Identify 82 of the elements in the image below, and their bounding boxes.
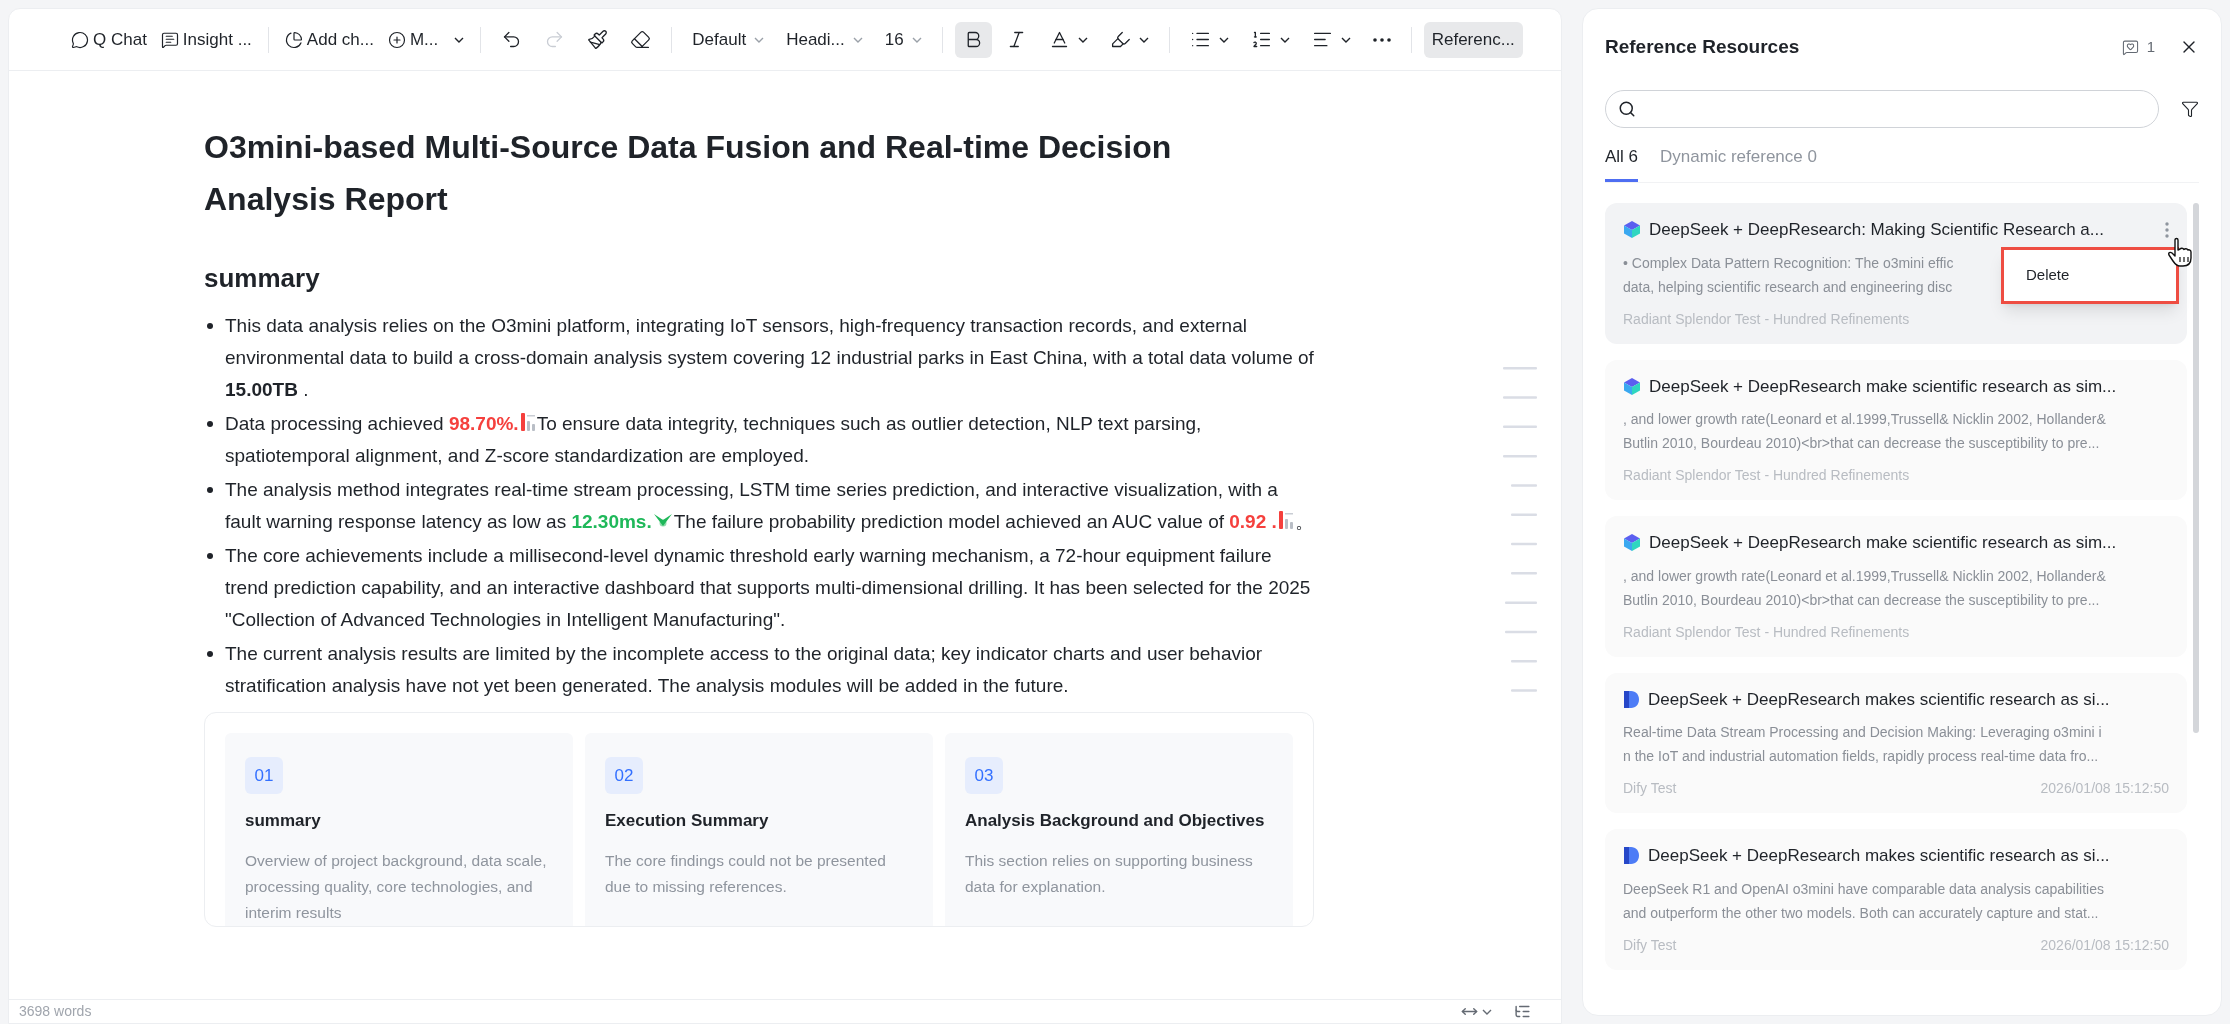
reference-excerpt: , and lower growth rate(Leonard et al.1999,Trussell& Nicklin 2002, Hollander& xyxy=(1623,566,2107,586)
hand-cursor-icon xyxy=(2167,237,2193,267)
reference-source: Radiant Splendor Test - Hundred Refinements xyxy=(1623,622,1910,642)
reference-excerpt: and outperform the other two models. Both can accurately capture and stat... xyxy=(1623,903,2100,923)
reference-excerpt: DeepSeek R1 and OpenAI o3mini have comparable data analysis capabilities xyxy=(1623,879,2105,899)
more-button[interactable] xyxy=(2165,221,2169,238)
reference-source: Radiant Splendor Test - Hundred Refinements xyxy=(1623,309,1910,329)
caret-icon xyxy=(754,36,765,43)
message-icon xyxy=(160,30,179,49)
bullet-text: This data analysis relies on the O3mini platform, integrating IoT sensors, high-frequency transaction records, and external environmental data to build a cross-domain analysis system covering 12 industrial parks in East China, with a total data volume of 15.00TB . xyxy=(225,314,1314,402)
reference-title: DeepSeek + DeepResearch: Making Scientific Research a... xyxy=(1649,219,2104,241)
word-count: 3698 words xyxy=(19,1002,92,1021)
reference-excerpt: Real-time Data Stream Processing and Decision Making: Leveraging o3mini i xyxy=(1623,723,2103,742)
toolbar-button[interactable]: Insight ... xyxy=(156,21,256,58)
caret-icon xyxy=(1482,1008,1492,1015)
document-logo-icon xyxy=(1623,846,1640,866)
section-description: Overview of project background, data scale, processing quality, core technologies, and interim results xyxy=(245,850,548,923)
reference-title: DeepSeek + DeepResearch make scientific research as sim... xyxy=(1649,532,2117,554)
references-button[interactable]: Referenc... xyxy=(1423,21,1523,58)
bullet-text: The analysis method integrates real-time stream processing, LSTM time series prediction, and interactive visualization, with a fault warning response latency as low as 12.30ms. The failure probability prediction model achieved an AUC value of 0.92 . 。 xyxy=(225,478,1314,534)
caret-icon xyxy=(852,36,863,43)
outline-icon xyxy=(1514,1003,1531,1020)
reference-card[interactable] xyxy=(1605,516,2187,657)
document-title: O3mini-based Multi-Source Data Fusion and Real-time Decision Analysis Report xyxy=(204,128,1173,219)
cube-logo-icon xyxy=(1623,533,1641,553)
outline-button[interactable] xyxy=(1514,1003,1531,1020)
reference-source: Dify Test xyxy=(1623,935,1677,955)
section-description: The core findings could not be presented due to missing references. xyxy=(605,850,887,897)
plus-circle-icon xyxy=(387,30,406,49)
pie-chart-icon xyxy=(284,30,303,49)
cube-logo-icon xyxy=(1623,220,1641,240)
section-title: summary xyxy=(245,810,322,832)
bullet-text: Data processing achieved 98.70%. To ensure data integrity, techniques such as outlier detection, NLP text parsing, spatiotemporal alignment, and Z-score standardization are employed. xyxy=(225,410,1203,468)
bullet-text: The current analysis results are limited by the incomplete access to the original data; key indicator charts and user behavior stratification analysis have not yet been generated. The analysis modules will be added in the future. xyxy=(225,642,1264,698)
reference-date: 2026/01/08 15:12:50 xyxy=(2040,935,2169,955)
ai-count-button[interactable]: 1 xyxy=(2121,36,2155,59)
caret-icon xyxy=(911,36,922,43)
reference-excerpt: Butlin 2010, Bourdeau 2010)<br>that can decrease the susceptibility to pre... xyxy=(1623,590,2101,610)
reference-title: DeepSeek + DeepResearch makes scientific research as si... xyxy=(1648,845,2110,867)
reference-card[interactable] xyxy=(1605,829,2187,970)
section-title: Execution Summary xyxy=(605,810,770,832)
reference-excerpt: , and lower growth rate(Leonard et al.1999,Trussell& Nicklin 2002, Hollander& xyxy=(1623,410,2107,429)
scrollbar[interactable] xyxy=(2193,203,2199,733)
toolbar-button[interactable]: Q Chat xyxy=(67,21,151,58)
filter-icon[interactable] xyxy=(2181,99,2199,118)
bar-chart-icon xyxy=(519,411,536,433)
menu-item[interactable]: Delete xyxy=(2026,264,2154,287)
cube-logo-icon xyxy=(1623,376,1641,396)
numbered-list-icon xyxy=(1250,29,1272,50)
reference-excerpt: Butlin 2010, Bourdeau 2010)<br>that can decrease the susceptibility to pre... xyxy=(1623,434,2101,453)
reference-source: Dify Test xyxy=(1623,779,1677,798)
bar-chart-icon xyxy=(1277,509,1294,531)
reference-date: 2026/01/08 15:12:50 xyxy=(2040,779,2169,798)
section-heading: summary xyxy=(204,262,321,295)
panel-title: Reference Resources xyxy=(1605,35,1800,59)
dropdown-button[interactable]: Default xyxy=(684,21,773,58)
reference-card[interactable] xyxy=(1605,359,2187,500)
more-icon xyxy=(1372,37,1391,42)
toolbar-button[interactable] xyxy=(954,21,992,58)
document-logo-icon xyxy=(1623,689,1640,709)
section-description: This section relies on supporting business data for explanation. xyxy=(965,850,1254,897)
dropdown-button[interactable]: Headi... xyxy=(778,21,871,58)
toolbar-button[interactable]: Add ch... xyxy=(280,21,378,58)
dropdown-button[interactable]: 16 xyxy=(876,21,930,58)
more-vertical-icon xyxy=(2165,221,2169,238)
reference-title: DeepSeek + DeepResearch make scientific research as sim... xyxy=(1649,375,2117,398)
reference-excerpt: data, helping scientific research and engineering disc xyxy=(1623,277,1954,297)
toolbar-button[interactable]: M... xyxy=(383,21,469,58)
reference-excerpt: • Complex Data Pattern Recognition: The o3mini effic xyxy=(1623,253,1955,273)
highlighter-icon xyxy=(1109,29,1131,50)
reference-card[interactable] xyxy=(1605,672,2187,813)
chat-icon xyxy=(71,30,89,49)
section-number: 01 xyxy=(245,757,283,794)
bullet-text: The core achievements include a millisecond-level dynamic threshold early warning mechanism, a 72-hour equipment failure trend prediction capability, and an interactive dashboard that supports multi-dimensional drilling. It has been selected for the 2025 "Collection of Advanced Technologies in Intelligent Manufacturing". xyxy=(225,544,1312,632)
reference-excerpt: n the IoT and industrial automation fields, rapidly process real-time data fro... xyxy=(1623,747,2100,766)
reference-source: Radiant Splendor Test - Hundred Refinements xyxy=(1623,466,1910,485)
section-number: 02 xyxy=(605,757,643,794)
filter-tab[interactable]: All 6 xyxy=(1605,143,1639,182)
section-title: Analysis Background and Objectives xyxy=(965,810,1266,832)
search-icon xyxy=(1618,99,1636,118)
reference-title: DeepSeek + DeepResearch makes scientific research as si... xyxy=(1648,688,2110,711)
section-number: 03 xyxy=(965,757,1003,794)
